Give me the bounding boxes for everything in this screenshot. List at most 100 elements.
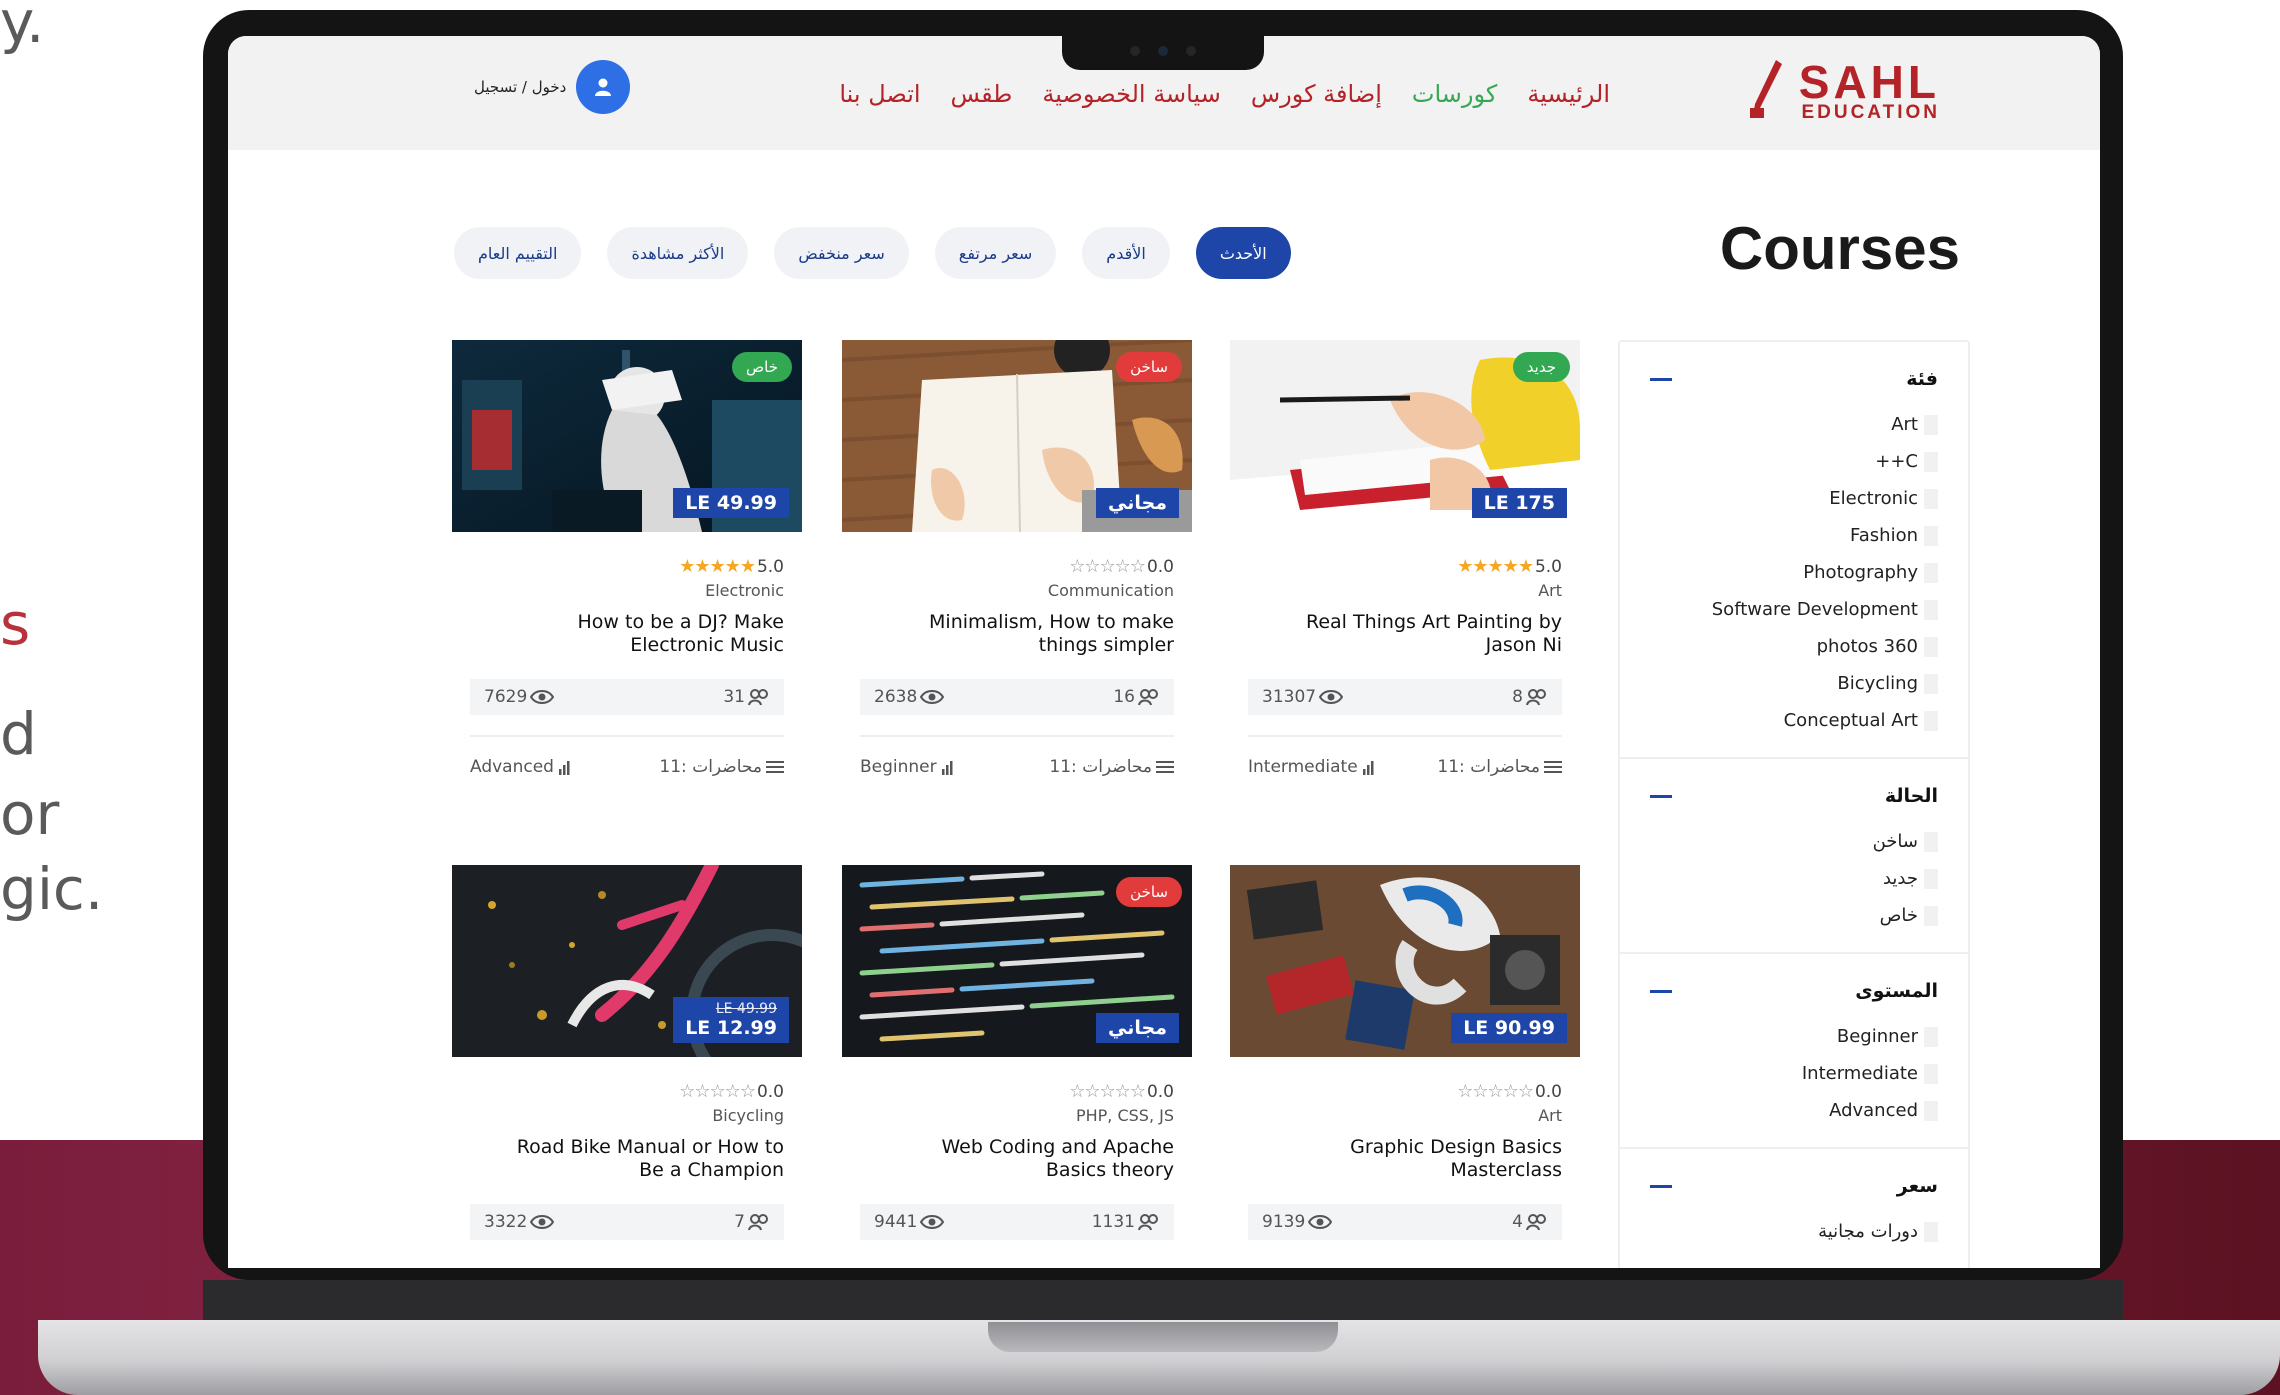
course-category[interactable]: PHP, CSS, JS [842,1106,1192,1128]
eye-icon [920,1215,945,1229]
filter-option[interactable]: ساخن [1650,823,1938,860]
nav-weather[interactable]: طقس [951,80,1013,108]
filter-option[interactable]: Fashion [1650,517,1938,554]
sort-newest[interactable]: الأحدث [1195,227,1291,279]
course-card[interactable]: جديد LE 175 ★★★★★ 5.0 Art Real Things Ar… [1230,340,1580,777]
filter-option[interactable]: Software Development [1650,591,1938,628]
filter-option[interactable]: Advanced [1650,1092,1938,1129]
filter-option[interactable]: جديد [1650,860,1938,897]
course-title[interactable]: Minimalism, How to make things simpler [842,611,1192,659]
checkbox[interactable] [1924,710,1938,731]
collapse-icon[interactable] [1650,794,1672,798]
filter-option[interactable]: photos 360 [1650,628,1938,665]
course-category[interactable]: Electronic [452,581,802,603]
filter-option[interactable]: Art [1650,406,1938,443]
users-icon [1526,1214,1546,1231]
checkbox[interactable] [1924,636,1938,657]
course-thumbnail[interactable]: ساخن مجاني [842,340,1192,532]
checkbox[interactable] [1924,599,1938,620]
course-category[interactable]: Bicycling [452,1106,802,1128]
checkbox[interactable] [1924,525,1938,546]
filter-option[interactable]: دورات مجانية [1650,1213,1938,1250]
course-thumbnail[interactable]: LE 49.99 LE 12.99 [452,865,802,1057]
checkbox[interactable] [1924,451,1938,472]
course-meta: Beginner 11: محاضرات [860,757,1174,777]
filter-option[interactable]: خاص [1650,897,1938,934]
checkbox[interactable] [1924,673,1938,694]
students-count: 8 [1512,687,1548,707]
course-category[interactable]: Art [1230,581,1580,603]
sort-oldest[interactable]: الأقدم [1082,227,1170,279]
course-meta: Advanced 11: محاضرات [470,757,784,777]
views-count: 31307 [1262,687,1344,707]
login-register-button[interactable]: دخول / تسجيل [474,60,631,114]
filter-option[interactable]: Beginner [1650,1018,1938,1055]
sort-price-high[interactable]: سعر مرتفع [934,227,1057,279]
filter-section-header[interactable]: فئة [1650,364,1938,394]
checkbox[interactable] [1924,1063,1938,1084]
nav-contact[interactable]: اتصل بنا [839,80,920,108]
filter-section-header[interactable]: المستوى [1650,976,1938,1006]
sahl-logo[interactable]: SAHL EDUCATION [1750,58,1940,130]
checkbox[interactable] [1924,905,1938,926]
filter-section-category: فئة Art ++C Electronic Fashion Photograp… [1620,342,1968,759]
sort-rating[interactable]: التقييم العام [454,227,582,279]
checkbox[interactable] [1924,1100,1938,1121]
list-icon [766,761,784,773]
logo-wordmark: SAHL [1798,56,1940,108]
course-title[interactable]: Graphic Design Basics Masterclass [1230,1136,1580,1184]
nav-courses[interactable]: كورسات [1412,80,1497,108]
course-category[interactable]: Art [1230,1106,1580,1128]
collapse-icon[interactable] [1650,1184,1672,1188]
course-card[interactable]: LE 49.99 LE 12.99 ☆☆☆☆☆ 0.0 Bicycling Ro… [452,865,802,1240]
laptop-screen: SAHL EDUCATION الرئيسية كورسات إضافة كور… [228,36,2100,1268]
course-card[interactable]: ساخن مجاني ☆☆☆☆☆ 0.0 Communication Minim… [842,340,1192,777]
checkbox[interactable] [1924,868,1938,889]
course-title[interactable]: How to be a DJ? Make Electronic Music [452,611,802,659]
filter-option[interactable]: Electronic [1650,480,1938,517]
course-rating: ☆☆☆☆☆ 0.0 [1457,1081,1562,1102]
sort-price-low[interactable]: سعر منخفض [774,227,909,279]
filter-section-header[interactable]: سعر [1650,1171,1938,1201]
filter-section-status: الحالة ساخن جديد خاص [1620,759,1968,954]
checkbox[interactable] [1924,414,1938,435]
star-rating-icon: ★★★★★ [1457,556,1534,577]
course-thumbnail[interactable]: جديد LE 175 [1230,340,1580,532]
course-category[interactable]: Communication [842,581,1192,603]
collapse-icon[interactable] [1650,377,1672,381]
card-divider [860,735,1174,737]
filter-option[interactable]: Intermediate [1650,1055,1938,1092]
backdrop-text-fragment: d [0,700,37,768]
filter-section-level: المستوى Beginner Intermediate Advanced [1620,954,1968,1149]
filter-section-header[interactable]: الحالة [1650,781,1938,811]
course-title[interactable]: Web Coding and Apache Basics theory [842,1136,1192,1184]
checkbox[interactable] [1924,562,1938,583]
list-icon [1544,761,1562,773]
course-card[interactable]: ساخن مجاني ☆☆☆☆☆ 0.0 PHP, CSS, JS Web Co… [842,865,1192,1240]
filter-option[interactable]: Photography [1650,554,1938,591]
collapse-icon[interactable] [1650,989,1672,993]
course-title[interactable]: Real Things Art Painting by Jason Ni [1230,611,1580,659]
signal-bars-icon [941,761,953,775]
nav-add-course[interactable]: إضافة كورس [1251,80,1382,108]
sort-most-viewed[interactable]: الأكثر مشاهدة [607,227,749,279]
checkbox[interactable] [1924,488,1938,509]
eye-icon [1308,1215,1333,1229]
checkbox[interactable] [1924,1221,1938,1242]
checkbox[interactable] [1924,1026,1938,1047]
filter-option[interactable]: Conceptual Art [1650,702,1938,739]
filter-option[interactable]: ++C [1650,443,1938,480]
filter-option[interactable]: Bicycling [1650,665,1938,702]
checkbox[interactable] [1924,831,1938,852]
course-thumbnail[interactable]: خاص LE 49.99 [452,340,802,532]
course-thumbnail[interactable]: LE 90.99 [1230,865,1580,1057]
course-thumbnail[interactable]: ساخن مجاني [842,865,1192,1057]
nav-home[interactable]: الرئيسية [1527,80,1610,108]
nav-privacy-policy[interactable]: سياسة الخصوصية [1042,80,1220,108]
users-icon [748,689,768,706]
course-stats: 3322 7 [470,1204,784,1240]
course-card[interactable]: LE 90.99 ☆☆☆☆☆ 0.0 Art Graphic Design Ba… [1230,865,1580,1240]
course-badge: ساخن [1116,352,1182,382]
course-title[interactable]: Road Bike Manual or How to Be a Champion [452,1136,802,1184]
course-card[interactable]: خاص LE 49.99 ★★★★★ 5.0 Electronic How to… [452,340,802,777]
